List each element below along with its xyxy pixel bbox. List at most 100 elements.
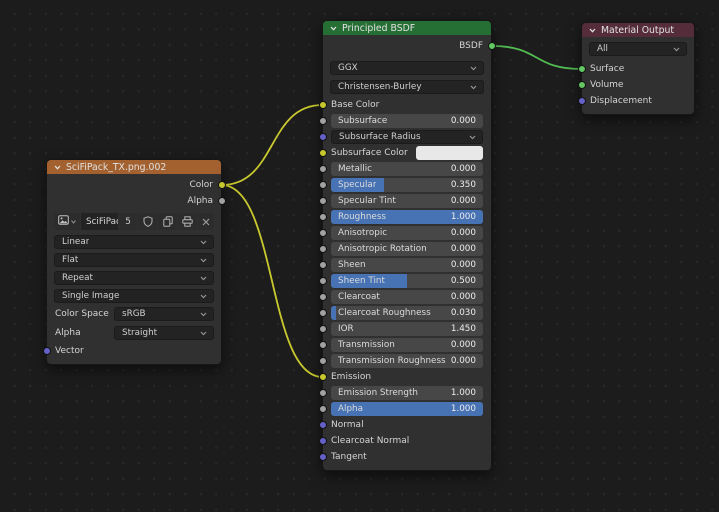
- value-socket[interactable]: [319, 117, 327, 125]
- shader-socket[interactable]: [488, 42, 496, 50]
- vector-socket[interactable]: [319, 421, 327, 429]
- vector-socket[interactable]: [578, 97, 586, 105]
- chevron-down-icon: [200, 294, 213, 299]
- color-socket[interactable]: [319, 373, 327, 381]
- dropdown-color-space[interactable]: sRGB: [114, 307, 214, 321]
- input-row-subsurface-color: Subsurface Color: [323, 145, 491, 161]
- users-count-button[interactable]: 5: [119, 213, 137, 230]
- value-socket[interactable]: [319, 357, 327, 365]
- input-row-vector: Vector: [47, 343, 221, 359]
- slider-anisotropic-rotation[interactable]: Anisotropic Rotation0.000: [331, 242, 483, 256]
- collapse-chevron-icon[interactable]: [54, 165, 61, 170]
- dropdown-ggx-value: GGX: [331, 63, 358, 73]
- slider-sheen[interactable]: Sheen0.000: [331, 258, 483, 272]
- slider-specular-tint[interactable]: Specular Tint0.000: [331, 194, 483, 208]
- image-texture-node-header[interactable]: SciFiPack_TX.png.002: [47, 160, 221, 174]
- value-socket[interactable]: [319, 325, 327, 333]
- dropdown-single-image[interactable]: Single Image: [54, 289, 214, 303]
- value-socket[interactable]: [319, 293, 327, 301]
- color-socket[interactable]: [218, 181, 226, 189]
- slider-value-subsurface: 0.000: [447, 116, 483, 126]
- vector-socket[interactable]: [319, 453, 327, 461]
- value-socket[interactable]: [319, 197, 327, 205]
- chevron-down-icon: [200, 331, 213, 336]
- dropdown-alpha[interactable]: Straight: [114, 326, 214, 340]
- vector-socket[interactable]: [319, 437, 327, 445]
- input-label-surface: Surface: [590, 64, 624, 74]
- copy-icon: [163, 216, 173, 227]
- output-row-bsdf: BSDF: [323, 38, 491, 54]
- vector-socket[interactable]: [319, 133, 327, 141]
- input-label-volume: Volume: [590, 80, 623, 90]
- color-socket[interactable]: [319, 101, 327, 109]
- shader-socket[interactable]: [578, 65, 586, 73]
- dropdown-color-space-value: sRGB: [115, 309, 146, 319]
- slider-value-emission-strength: 1.000: [447, 388, 483, 398]
- dropdown-ggx[interactable]: GGX: [330, 61, 484, 75]
- slider-sheen-tint[interactable]: Sheen Tint0.500: [331, 274, 483, 288]
- slider-label-subsurface: Subsurface: [331, 116, 387, 126]
- dropdown-linear[interactable]: Linear: [54, 235, 214, 249]
- shader-socket[interactable]: [578, 81, 586, 89]
- dropdown-christensen-burley[interactable]: Christensen-Burley: [330, 80, 484, 94]
- dropdown-subsurface-radius[interactable]: Subsurface Radius: [331, 130, 483, 144]
- unlink-button[interactable]: [198, 213, 214, 230]
- slider-subsurface[interactable]: Subsurface 0.000: [331, 114, 483, 128]
- value-socket[interactable]: [319, 341, 327, 349]
- pack-button[interactable]: [178, 213, 197, 230]
- image-name-field[interactable]: SciFiPack_T...: [81, 213, 118, 230]
- value-socket[interactable]: [319, 389, 327, 397]
- slider-clearcoat-roughness[interactable]: Clearcoat Roughness0.030: [331, 306, 483, 320]
- field-ior[interactable]: IOR1.450: [331, 322, 483, 336]
- value-socket[interactable]: [319, 213, 327, 221]
- slider-metallic[interactable]: Metallic0.000: [331, 162, 483, 176]
- value-socket[interactable]: [319, 181, 327, 189]
- vector-socket[interactable]: [43, 347, 51, 355]
- material-output-node-header[interactable]: Material Output: [582, 23, 694, 37]
- chevron-down-icon: [200, 276, 213, 281]
- principled-bsdf-node-header[interactable]: Principled BSDF: [323, 21, 491, 35]
- collapse-chevron-icon[interactable]: [589, 28, 596, 33]
- slider-emission-strength[interactable]: Emission Strength1.000: [331, 386, 483, 400]
- output-row-color: Color: [47, 177, 221, 193]
- input-label-tangent: Tangent: [331, 452, 367, 462]
- slider-transmission-roughness[interactable]: Transmission Roughness0.000: [331, 354, 483, 368]
- value-socket[interactable]: [319, 261, 327, 269]
- node-principled-bsdf[interactable]: Principled BSDF BSDF GGX Christensen-Burl…: [322, 20, 492, 471]
- dropdown-repeat[interactable]: Repeat: [54, 271, 214, 285]
- value-socket[interactable]: [218, 197, 226, 205]
- input-row-clearcoat: Clearcoat0.000: [323, 289, 491, 305]
- color-socket[interactable]: [319, 149, 327, 157]
- input-row-alpha: Alpha1.000: [323, 401, 491, 417]
- dropdown-all[interactable]: All: [589, 42, 687, 56]
- slider-specular[interactable]: Specular0.350: [331, 178, 483, 192]
- slider-roughness[interactable]: Roughness1.000: [331, 210, 483, 224]
- value-socket[interactable]: [319, 309, 327, 317]
- input-row-emission-strength: Emission Strength1.000: [323, 385, 491, 401]
- value-socket[interactable]: [319, 405, 327, 413]
- slider-transmission[interactable]: Transmission0.000: [331, 338, 483, 352]
- slider-alpha[interactable]: Alpha1.000: [331, 402, 483, 416]
- node-editor-canvas[interactable]: SciFiPack_TX.png.002 Color Alpha SciFiPac…: [0, 0, 719, 512]
- color-swatch-subsurface-color[interactable]: [416, 146, 483, 160]
- input-row-normal: Normal: [323, 417, 491, 433]
- node-title: Material Output: [601, 25, 674, 36]
- node-image-texture[interactable]: SciFiPack_TX.png.002 ColorAlpha SciFiPac…: [46, 159, 222, 365]
- node-material-output[interactable]: Material Output All SurfaceVolumeDisplac…: [581, 22, 695, 115]
- input-row-specular-tint: Specular Tint0.000: [323, 193, 491, 209]
- fake-user-shield-button[interactable]: [138, 213, 157, 230]
- slider-label-alpha: Alpha: [331, 404, 363, 414]
- slider-value-sheen: 0.000: [447, 260, 483, 270]
- collapse-chevron-icon[interactable]: [330, 26, 337, 31]
- dropdown-flat[interactable]: Flat: [54, 253, 214, 267]
- input-label-normal: Normal: [331, 420, 364, 430]
- duplicate-button[interactable]: [158, 213, 177, 230]
- browse-image-button[interactable]: [54, 213, 80, 230]
- input-row-ior: IOR1.450: [323, 321, 491, 337]
- value-socket[interactable]: [319, 277, 327, 285]
- slider-clearcoat[interactable]: Clearcoat0.000: [331, 290, 483, 304]
- slider-anisotropic[interactable]: Anisotropic0.000: [331, 226, 483, 240]
- value-socket[interactable]: [319, 245, 327, 253]
- value-socket[interactable]: [319, 229, 327, 237]
- value-socket[interactable]: [319, 165, 327, 173]
